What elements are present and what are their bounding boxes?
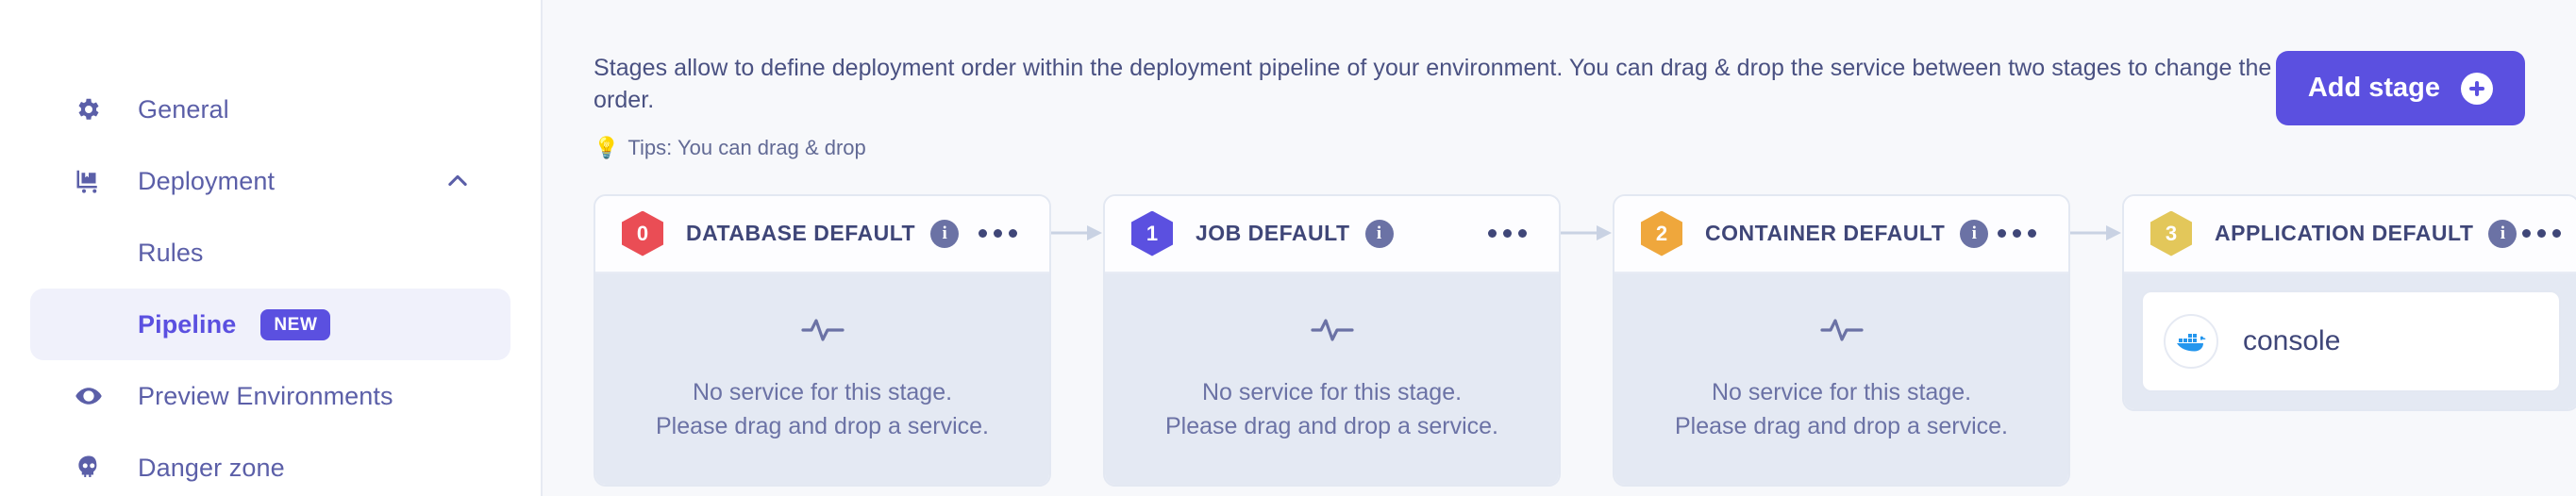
app-root: General Deployment Rules Pipeline NEW Pr…	[0, 0, 2576, 496]
stage-group: 1 JOB DEFAULT i No service for this stage. P…	[1051, 193, 1561, 487]
stage-menu-button[interactable]	[1482, 216, 1532, 251]
pulse-activity-icon	[800, 314, 845, 351]
add-stage-button[interactable]: Add stage	[2275, 51, 2525, 125]
stage-card-1[interactable]: 1 JOB DEFAULT i No service for this stage. P…	[1103, 193, 1561, 487]
sidebar-item-danger-zone[interactable]: Danger zone	[30, 432, 510, 496]
stage-dropzone[interactable]: No service for this stage. Please drag an…	[595, 273, 1049, 485]
stage-index-badge: 0	[622, 210, 663, 256]
stage-group: 3 APPLICATION DEFAULT i console	[2070, 193, 2576, 411]
status-badge-new: NEW	[260, 308, 331, 340]
panel-description: Stages allow to define deployment order …	[594, 55, 2272, 113]
sidebar-item-label: Pipeline	[138, 309, 237, 339]
sidebar-item-preview-environments[interactable]: Preview Environments	[30, 360, 510, 432]
service-card[interactable]: console	[2141, 289, 2561, 392]
stage-title: JOB DEFAULT	[1196, 221, 1350, 245]
sidebar-item-label: General	[138, 94, 229, 124]
stage-index-badge: 3	[2150, 210, 2192, 256]
sidebar-item-label: Deployment	[138, 166, 276, 195]
sidebar-item-general[interactable]: General	[30, 74, 510, 145]
deployment-cart-icon	[70, 167, 108, 195]
stage-connector-arrow-icon	[2070, 194, 2122, 272]
stage-menu-button[interactable]	[2517, 216, 2567, 251]
chevron-up-icon[interactable]	[444, 168, 471, 194]
panel-header-text: Stages allow to define deployment order …	[594, 45, 2276, 160]
docker-icon	[2164, 313, 2218, 369]
stage-header: 3 APPLICATION DEFAULT i	[2124, 195, 2576, 273]
info-icon[interactable]: i	[930, 219, 960, 248]
stage-card-2[interactable]: 2 CONTAINER DEFAULT i No service for this s…	[1613, 193, 2070, 487]
info-icon[interactable]: i	[2488, 219, 2517, 248]
tips-label: Tips: You can drag & drop	[627, 135, 866, 159]
gear-icon	[70, 95, 108, 124]
stage-dropzone[interactable]: No service for this stage. Please drag an…	[1105, 273, 1559, 485]
stages-container: 0 DATABASE DEFAULT i No service for this st…	[594, 193, 2576, 487]
stage-dropzone[interactable]: No service for this stage. Please drag an…	[1614, 273, 2068, 485]
sidebar: General Deployment Rules Pipeline NEW Pr…	[0, 0, 543, 496]
sidebar-item-deployment[interactable]: Deployment	[30, 145, 510, 217]
stage-title: DATABASE DEFAULT	[686, 221, 916, 245]
stage-title: CONTAINER DEFAULT	[1705, 221, 1946, 245]
stage-dropzone[interactable]: console	[2124, 273, 2576, 409]
stage-header: 2 CONTAINER DEFAULT i	[1614, 195, 2068, 273]
empty-state-text: No service for this stage. Please drag an…	[656, 379, 989, 439]
stage-connector-arrow-icon	[1051, 194, 1103, 272]
sidebar-item-pipeline[interactable]: Pipeline NEW	[30, 289, 510, 360]
stage-connector-arrow-icon	[1561, 194, 1613, 272]
stage-index-badge: 1	[1131, 210, 1173, 256]
stage-header: 0 DATABASE DEFAULT i	[595, 195, 1049, 273]
pulse-activity-icon	[1819, 314, 1864, 351]
plus-circle-icon	[2461, 72, 2493, 105]
sidebar-item-label: Preview Environments	[138, 381, 393, 410]
stage-menu-button[interactable]	[973, 216, 1023, 251]
stage-index-badge: 2	[1641, 210, 1682, 256]
stage-group: 2 CONTAINER DEFAULT i No service for this s…	[1561, 193, 2070, 487]
sidebar-item-rules[interactable]: Rules	[30, 217, 510, 289]
eye-icon	[70, 382, 108, 410]
stage-group: 0 DATABASE DEFAULT i No service for this st…	[594, 193, 1051, 487]
pulse-activity-icon	[1310, 314, 1354, 351]
pipeline-panel: Stages allow to define deployment order …	[543, 0, 2576, 496]
tips-row: 💡 Tips: You can drag & drop	[594, 136, 2276, 160]
stage-title: APPLICATION DEFAULT	[2215, 221, 2474, 245]
sidebar-item-label: Danger zone	[138, 453, 285, 482]
service-name: console	[2243, 324, 2341, 356]
stage-card-3[interactable]: 3 APPLICATION DEFAULT i console	[2122, 193, 2576, 411]
lightbulb-icon: 💡	[594, 135, 620, 159]
info-icon[interactable]: i	[1960, 219, 1989, 248]
empty-state-text: No service for this stage. Please drag an…	[1165, 379, 1498, 439]
stage-menu-button[interactable]	[1992, 216, 2042, 251]
info-icon[interactable]: i	[1364, 219, 1394, 248]
empty-state-text: No service for this stage. Please drag an…	[1675, 379, 2008, 439]
sidebar-item-label: Rules	[138, 238, 204, 267]
skull-icon	[70, 454, 108, 482]
stage-card-0[interactable]: 0 DATABASE DEFAULT i No service for this st…	[594, 193, 1051, 487]
panel-header: Stages allow to define deployment order …	[594, 45, 2525, 160]
add-stage-label: Add stage	[2307, 73, 2440, 103]
stage-header: 1 JOB DEFAULT i	[1105, 195, 1559, 273]
